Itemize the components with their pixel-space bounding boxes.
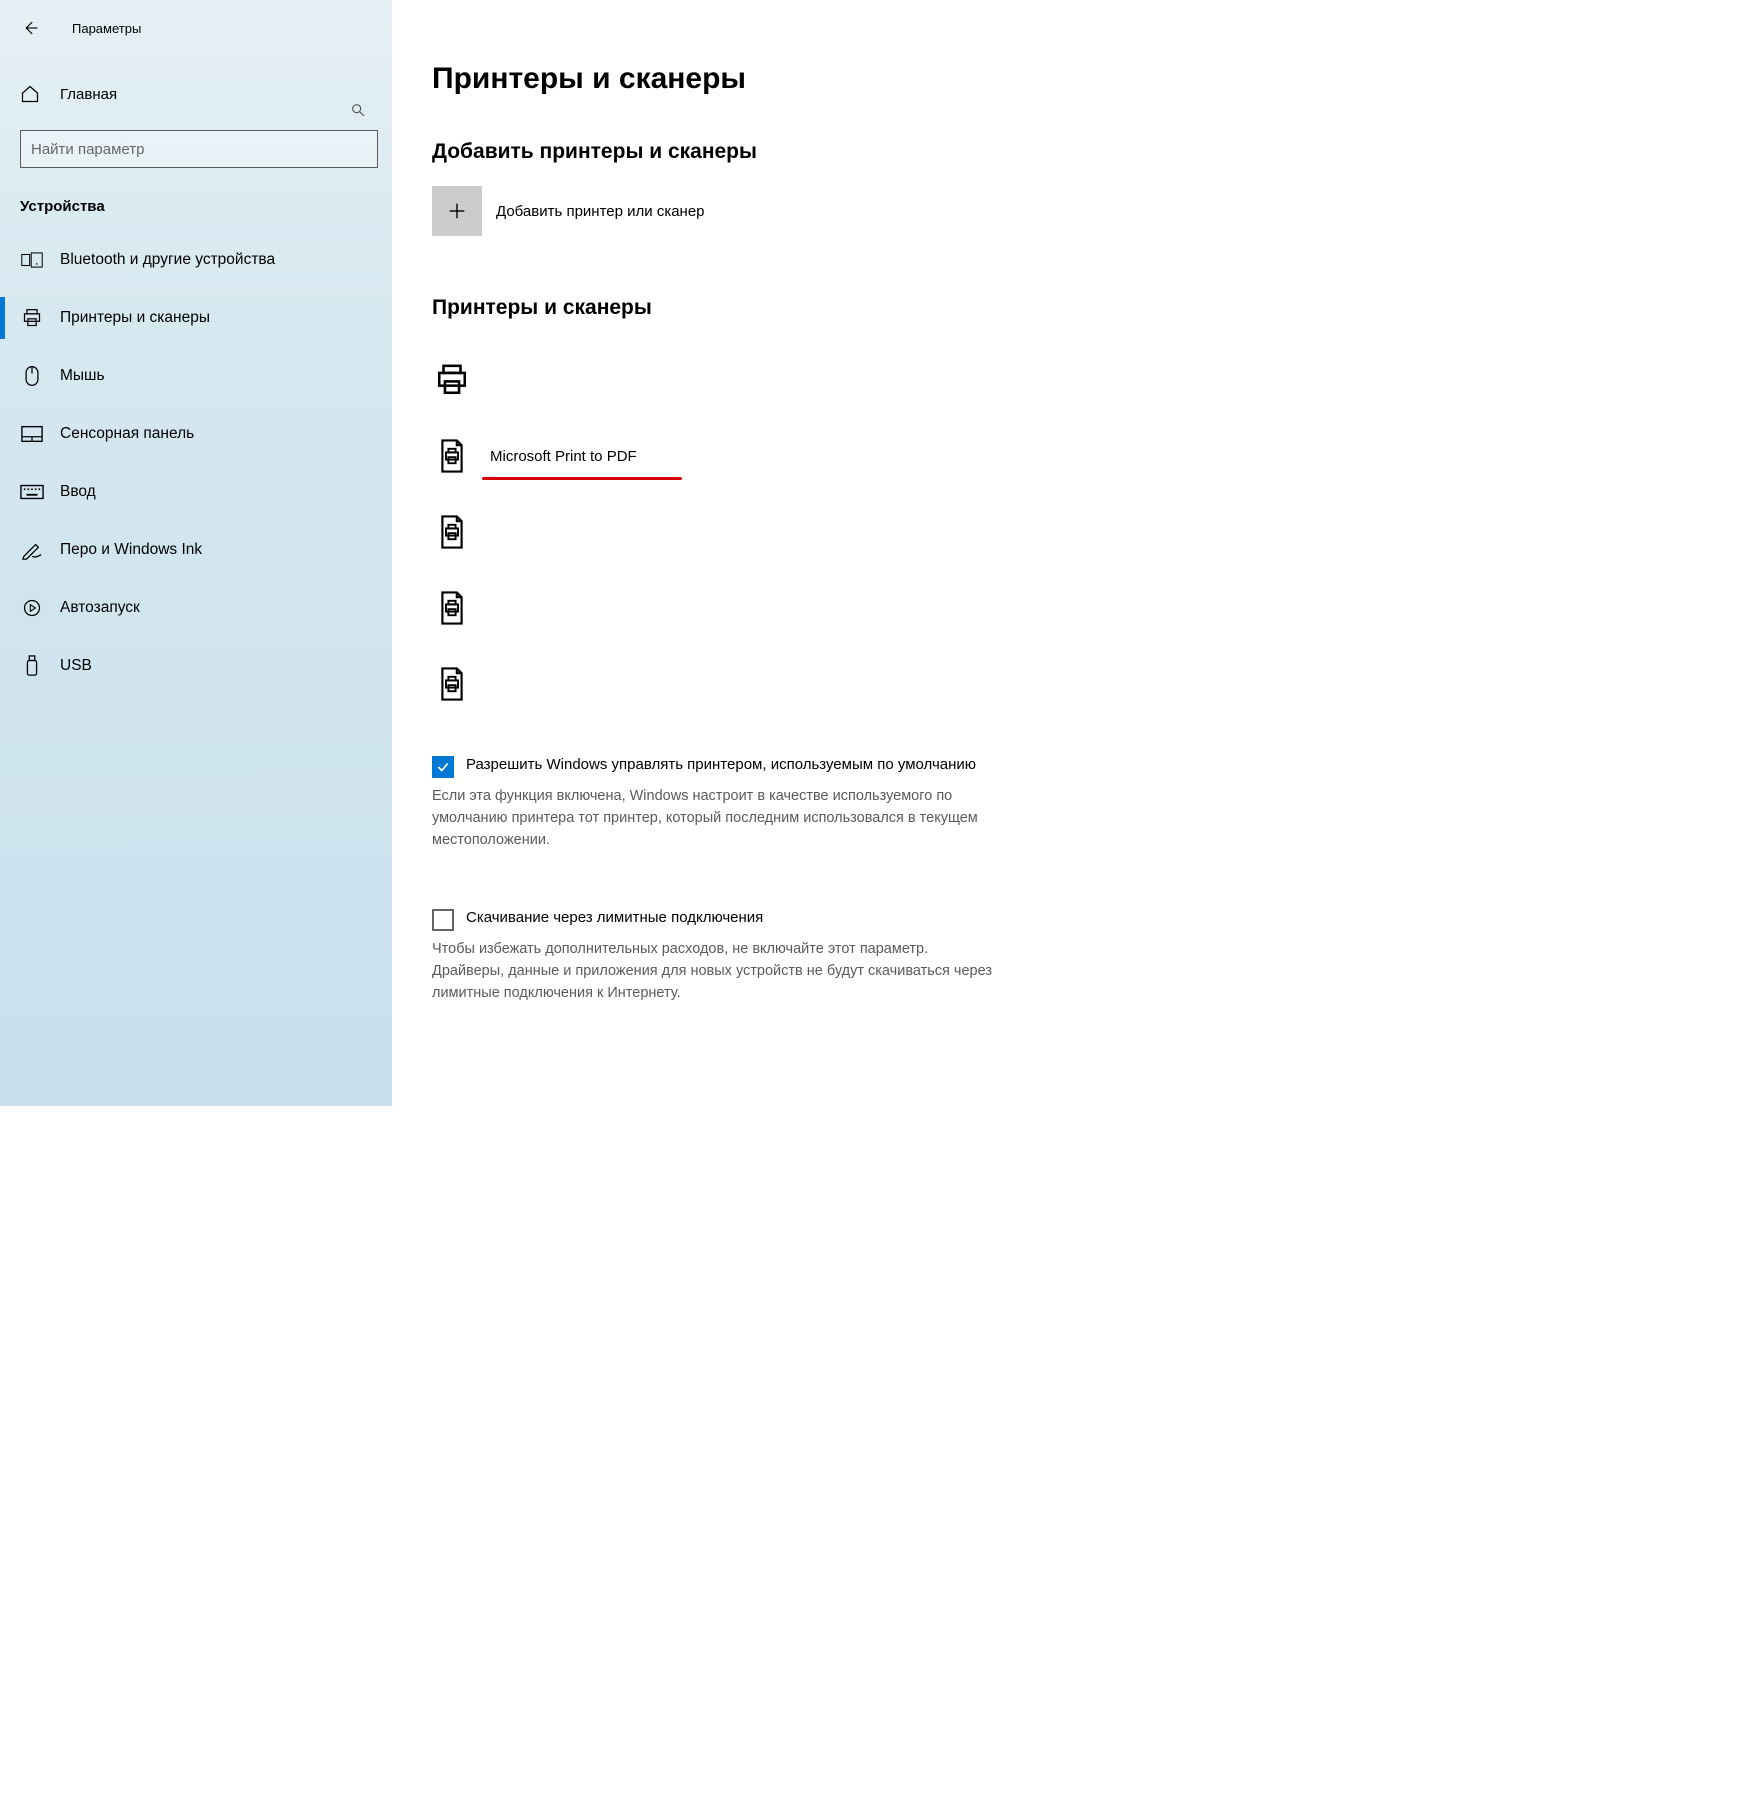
sidebar-item-label: Сенсорная панель bbox=[60, 425, 194, 443]
window-title: Параметры bbox=[72, 21, 141, 36]
back-button[interactable] bbox=[18, 16, 42, 40]
sidebar-item-touchpad[interactable]: Сенсорная панель bbox=[0, 405, 392, 463]
printer-file-icon bbox=[432, 666, 472, 702]
keyboard-icon bbox=[20, 484, 44, 500]
printer-file-icon bbox=[432, 514, 472, 550]
sidebar-item-typing[interactable]: Ввод bbox=[0, 463, 392, 521]
device-label: Microsoft Print to PDF bbox=[490, 448, 637, 465]
sidebar-item-label: USB bbox=[60, 657, 92, 675]
category-label: Устройства bbox=[20, 198, 392, 215]
metered-download-checkbox[interactable] bbox=[432, 909, 454, 931]
device-item[interactable] bbox=[432, 494, 1040, 570]
sidebar-item-usb[interactable]: USB bbox=[0, 637, 392, 695]
sidebar-item-autoplay[interactable]: Автозапуск bbox=[0, 579, 392, 637]
main-content: Принтеры и сканеры Добавить принтеры и с… bbox=[392, 0, 1080, 1106]
device-item-print-to-pdf[interactable]: Microsoft Print to PDF bbox=[432, 418, 1040, 494]
home-icon bbox=[20, 84, 42, 104]
checkmark-icon bbox=[436, 760, 450, 774]
home-label: Главная bbox=[60, 86, 117, 103]
sidebar-item-bluetooth[interactable]: Bluetooth и другие устройства bbox=[0, 231, 392, 289]
sidebar-item-mouse[interactable]: Мышь bbox=[0, 347, 392, 405]
plus-icon bbox=[432, 186, 482, 236]
metered-download-help: Чтобы избежать дополнительных расходов, … bbox=[432, 939, 992, 1004]
add-printer-button[interactable]: Добавить принтер или сканер bbox=[432, 186, 1040, 236]
printer-icon bbox=[20, 308, 44, 328]
sidebar-item-label: Bluetooth и другие устройства bbox=[60, 251, 275, 269]
home-nav[interactable]: Главная bbox=[0, 72, 392, 116]
sidebar-item-pen[interactable]: Перо и Windows Ink bbox=[0, 521, 392, 579]
sidebar: Параметры Главная Устройства Bluetooth и… bbox=[0, 0, 392, 1106]
mouse-icon bbox=[20, 365, 44, 387]
add-section-title: Добавить принтеры и сканеры bbox=[432, 140, 1040, 164]
annotation-underline bbox=[482, 477, 682, 480]
touchpad-icon bbox=[20, 425, 44, 443]
metered-download-label: Скачивание через лимитные подключения bbox=[466, 907, 763, 930]
autoplay-icon bbox=[20, 598, 44, 618]
search-input[interactable] bbox=[20, 130, 378, 168]
page-title: Принтеры и сканеры bbox=[432, 62, 1040, 96]
printer-device-icon bbox=[432, 363, 472, 397]
search-icon bbox=[350, 102, 366, 118]
printer-file-icon bbox=[432, 438, 472, 474]
sidebar-item-label: Автозапуск bbox=[60, 599, 140, 617]
sidebar-item-label: Мышь bbox=[60, 367, 105, 385]
list-section-title: Принтеры и сканеры bbox=[432, 296, 1040, 320]
printer-file-icon bbox=[432, 590, 472, 626]
default-printer-checkbox[interactable] bbox=[432, 756, 454, 778]
sidebar-item-label: Перо и Windows Ink bbox=[60, 541, 202, 559]
usb-icon bbox=[20, 655, 44, 677]
bluetooth-devices-icon bbox=[20, 251, 44, 269]
sidebar-item-label: Ввод bbox=[60, 483, 96, 501]
pen-icon bbox=[20, 540, 44, 560]
arrow-left-icon bbox=[21, 19, 39, 37]
default-printer-help: Если эта функция включена, Windows настр… bbox=[432, 786, 992, 851]
sidebar-item-label: Принтеры и сканеры bbox=[60, 309, 210, 327]
device-item[interactable] bbox=[432, 646, 1040, 722]
device-item[interactable] bbox=[432, 570, 1040, 646]
sidebar-item-printers[interactable]: Принтеры и сканеры bbox=[0, 289, 392, 347]
add-label: Добавить принтер или сканер bbox=[496, 203, 705, 220]
default-printer-label: Разрешить Windows управлять принтером, и… bbox=[466, 754, 976, 777]
device-item[interactable] bbox=[432, 342, 1040, 418]
